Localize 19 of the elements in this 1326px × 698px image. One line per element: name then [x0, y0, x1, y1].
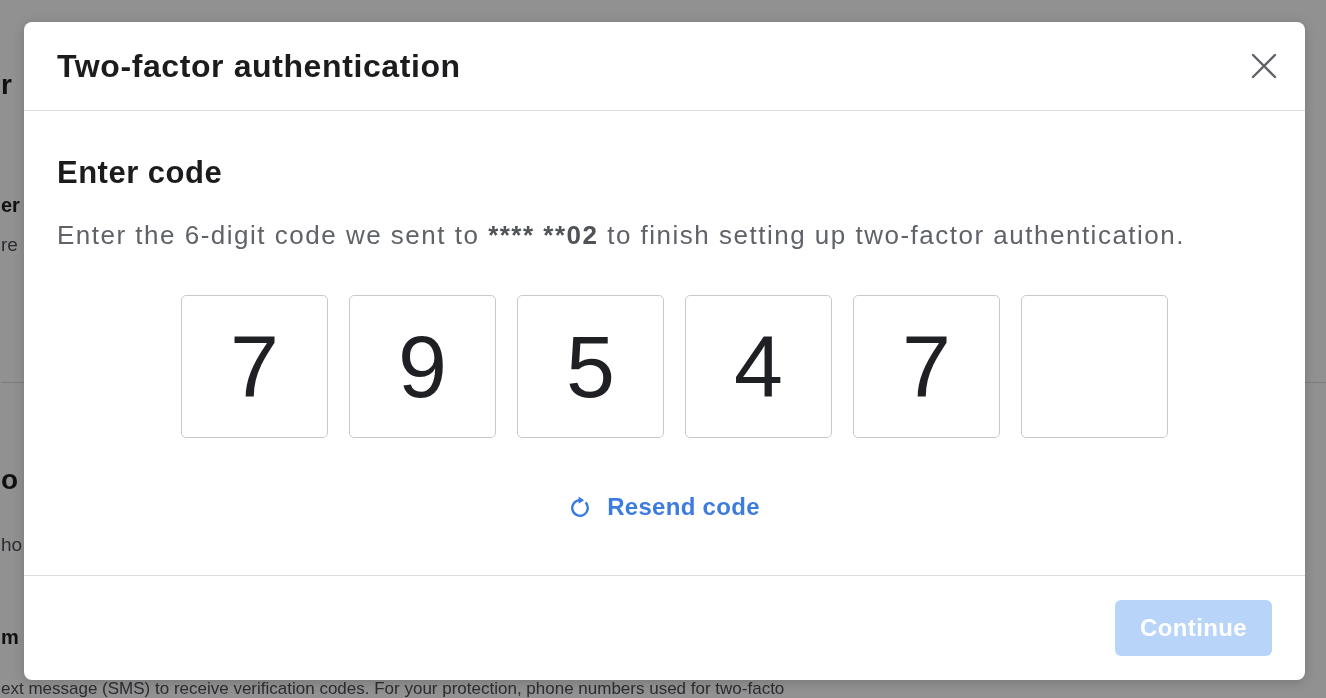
code-digit-field[interactable]: 7: [181, 295, 328, 438]
resend-code-link[interactable]: Resend code: [569, 492, 760, 522]
option-title: m: [1, 625, 19, 650]
close-icon: [1251, 53, 1277, 79]
option-description: re: [1, 233, 18, 257]
instructions-text: Enter the 6-digit code we sent to **** **02 to finish setting up two-factor authentication.: [57, 219, 1185, 251]
code-digit-field[interactable]: 5: [517, 295, 664, 438]
page-heading: o: [1, 463, 19, 497]
dialog-title: Two-factor authentication: [57, 47, 461, 85]
code-heading: Enter code: [57, 155, 223, 191]
code-digit-field[interactable]: 7: [853, 295, 1000, 438]
code-digit-field[interactable]: [1021, 295, 1168, 438]
page-heading: r: [1, 68, 12, 102]
page-description: ho: [1, 533, 23, 557]
code-digit-field[interactable]: 4: [685, 295, 832, 438]
code-digit-field[interactable]: 9: [349, 295, 496, 438]
option-description: ext message (SMS) to receive verification codes. For your protection, phone numbers used for two-facto: [1, 680, 785, 698]
refresh-icon: [569, 496, 592, 518]
option-title: er: [1, 193, 20, 218]
